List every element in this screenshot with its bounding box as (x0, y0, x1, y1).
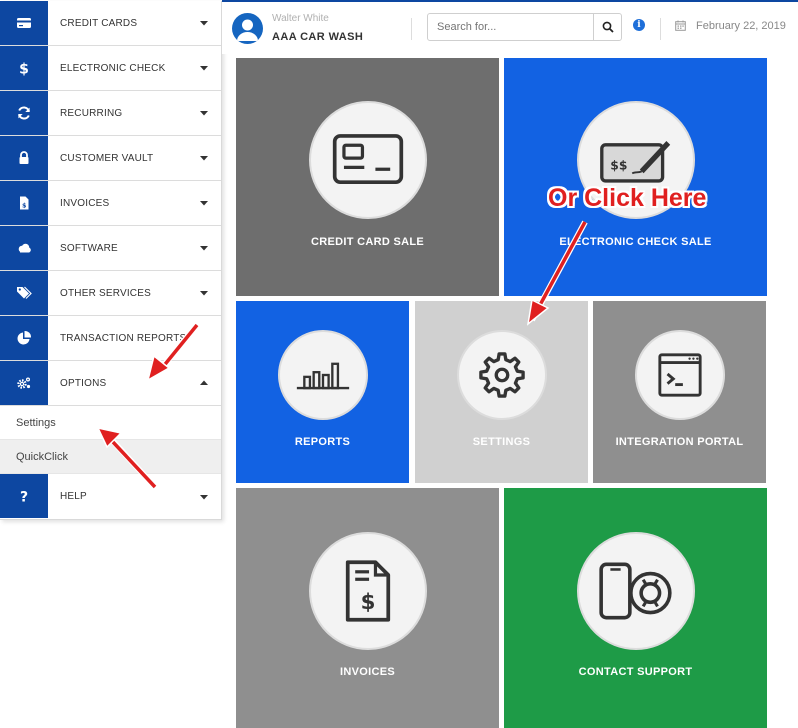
sidebar-item-help[interactable]: ? HELP (0, 474, 221, 519)
tags-icon (0, 271, 48, 315)
credit-card-icon (309, 101, 427, 219)
tile-contact-support[interactable]: CONTACT SUPPORT (504, 488, 767, 728)
company-name: AAA CAR WASH (272, 31, 364, 43)
dollar-icon: $ (0, 46, 48, 90)
chevron-down-icon (187, 91, 221, 135)
pie-chart-icon (0, 316, 48, 360)
tile-credit-card-sale[interactable]: CREDIT CARD SALE (236, 58, 499, 296)
chevron-up-icon (187, 361, 221, 405)
sidebar-item-other-services[interactable]: OTHER SERVICES (0, 271, 221, 316)
tile-label: CREDIT CARD SALE (311, 236, 424, 248)
sidebar-item-label: RECURRING (60, 107, 123, 119)
annotation-callout: Or Click Here (548, 184, 707, 212)
tile-label: ELECTRONIC CHECK SALE (559, 236, 712, 248)
sidebar-item-software[interactable]: SOFTWARE (0, 226, 221, 271)
calendar-icon (675, 20, 686, 31)
app-page: CREDIT CARDS $ ELECTRONIC CHECK RECURRIN… (0, 0, 798, 728)
chevron-down-icon (187, 474, 221, 519)
sidebar-item-invoices[interactable]: $ INVOICES (0, 181, 221, 226)
tile-electronic-check-sale[interactable]: $$ ELECTRONIC CHECK SALE (504, 58, 767, 296)
sidebar: CREDIT CARDS $ ELECTRONIC CHECK RECURRIN… (0, 1, 222, 520)
tile-label: INVOICES (340, 666, 395, 678)
search-icon (602, 21, 614, 33)
tile-label: REPORTS (294, 436, 351, 448)
sidebar-item-label: CREDIT CARDS (60, 17, 138, 29)
chevron-down-icon (187, 226, 221, 270)
sidebar-item-label: CUSTOMER VAULT (60, 152, 154, 164)
chevron-down-icon (187, 136, 221, 180)
avatar[interactable] (232, 13, 263, 44)
sidebar-item-transaction-reports[interactable]: TRANSACTION REPORTS (0, 316, 221, 361)
sidebar-item-credit-cards[interactable]: CREDIT CARDS (0, 1, 221, 46)
invoice-icon: $ (0, 181, 48, 225)
svg-text:$: $ (361, 590, 376, 615)
search-box (427, 13, 622, 41)
divider (660, 18, 661, 40)
tile-settings[interactable]: SETTINGS (415, 301, 588, 483)
cogs-icon (0, 361, 48, 405)
sidebar-item-label: SOFTWARE (60, 242, 118, 254)
refresh-icon (0, 91, 48, 135)
submenu-item-settings[interactable]: Settings (0, 406, 221, 440)
terminal-icon (635, 330, 725, 420)
info-icon[interactable]: i (633, 19, 645, 31)
phone-lifebuoy-icon (577, 532, 695, 650)
sidebar-item-label: HELP (60, 491, 87, 502)
user-name: Walter White (272, 13, 329, 24)
cloud-icon (0, 226, 48, 270)
sidebar-item-label: OPTIONS (60, 377, 107, 389)
tile-label: CONTACT SUPPORT (578, 666, 693, 678)
tile-invoices[interactable]: $ INVOICES (236, 488, 499, 728)
divider (411, 18, 412, 40)
tile-label: SETTINGS (472, 436, 531, 448)
search-input[interactable] (428, 14, 593, 40)
sidebar-item-customer-vault[interactable]: CUSTOMER VAULT (0, 136, 221, 181)
tile-label: INTEGRATION PORTAL (615, 436, 744, 448)
current-date: February 22, 2019 (696, 20, 786, 32)
bar-chart-icon (278, 330, 368, 420)
credit-card-icon (0, 1, 48, 45)
chevron-down-icon (187, 181, 221, 225)
top-header: Walter White AAA CAR WASH i February 22,… (222, 0, 798, 54)
search-button[interactable] (593, 14, 621, 40)
question-icon: ? (0, 474, 48, 518)
chevron-down-icon (187, 271, 221, 315)
tile-reports[interactable]: REPORTS (236, 301, 409, 483)
svg-text:$: $ (19, 62, 29, 77)
sidebar-item-recurring[interactable]: RECURRING (0, 91, 221, 136)
svg-text:$$: $$ (610, 159, 627, 173)
lock-icon (0, 136, 48, 180)
sidebar-item-label: INVOICES (60, 197, 110, 209)
sidebar-item-electronic-check[interactable]: $ ELECTRONIC CHECK (0, 46, 221, 91)
sidebar-item-label: OTHER SERVICES (60, 287, 151, 299)
sidebar-item-options[interactable]: OPTIONS (0, 361, 221, 406)
submenu-item-quickclick[interactable]: QuickClick (0, 440, 221, 474)
sidebar-item-label: ELECTRONIC CHECK (60, 62, 166, 74)
invoice-icon: $ (309, 532, 427, 650)
svg-text:?: ? (20, 490, 28, 505)
chevron-down-icon (187, 1, 221, 45)
chevron-down-icon (187, 46, 221, 90)
svg-text:$: $ (22, 203, 26, 210)
gear-icon (457, 330, 547, 420)
sidebar-item-label: TRANSACTION REPORTS (60, 332, 187, 344)
tile-integration-portal[interactable]: INTEGRATION PORTAL (593, 301, 766, 483)
